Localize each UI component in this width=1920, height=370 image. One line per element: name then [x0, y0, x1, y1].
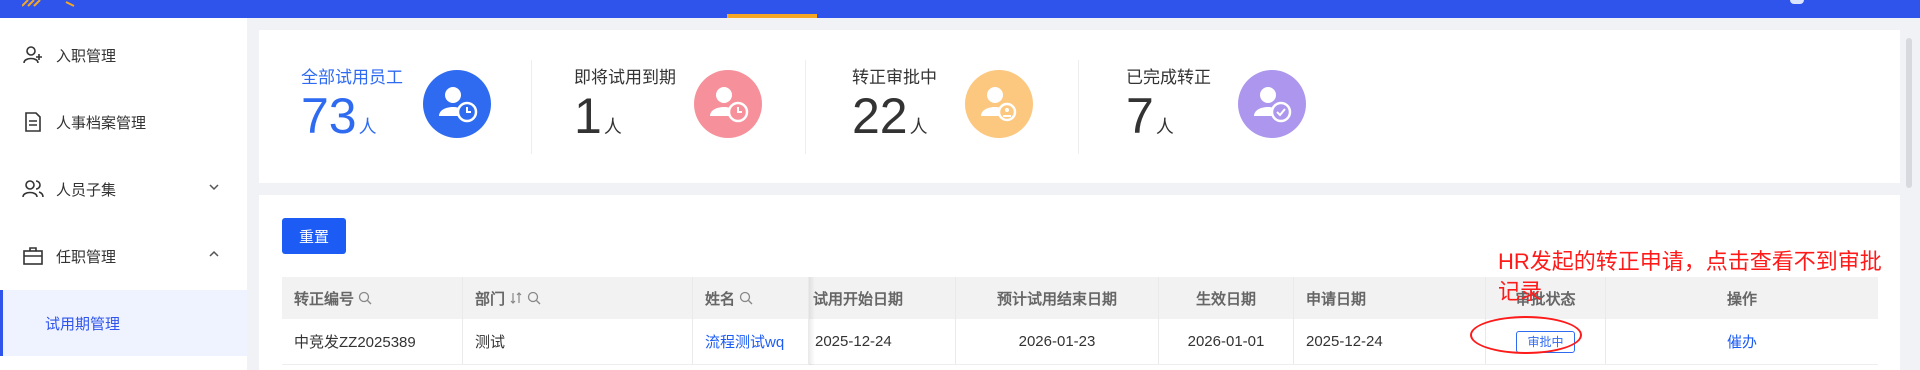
- column-header-code[interactable]: 转正编号: [282, 277, 463, 319]
- user-check-icon: [1238, 70, 1306, 138]
- cell-start: 2025-12-24: [809, 319, 956, 364]
- reset-button[interactable]: 重置: [282, 218, 346, 254]
- stat-value: 1人: [574, 88, 622, 144]
- table-row: 中竞发ZZ2025389 测试 流程测试wq 2025-12-24 2026-0…: [282, 319, 1878, 365]
- briefcase-icon: [22, 245, 44, 267]
- logo-icon: [22, 0, 75, 7]
- page-scrollbar[interactable]: [1900, 18, 1920, 370]
- cell-effective: 2026-01-01: [1159, 319, 1294, 364]
- user-clock-icon: [423, 70, 491, 138]
- cell-apply: 2025-12-24: [1294, 319, 1486, 364]
- stat-label: 即将试用到期: [574, 68, 676, 87]
- column-header-dept[interactable]: 部门: [463, 277, 693, 319]
- stat-value: 7人: [1126, 88, 1174, 144]
- sidebar-item-onboarding[interactable]: 入职管理: [0, 22, 247, 88]
- annotation-note: HR发起的转正申请，点击查看不到审批记录: [1498, 249, 1882, 304]
- employee-name-link[interactable]: 流程测试wq: [705, 331, 784, 352]
- cell-expected-end: 2026-01-23: [956, 319, 1159, 364]
- stat-value: 73 人: [301, 88, 377, 144]
- user-approval-icon: [965, 70, 1033, 138]
- top-nav-bar: [0, 0, 1920, 18]
- cell-name: 流程测试wq: [693, 319, 809, 364]
- divider: [805, 60, 806, 154]
- chevron-up-icon: [209, 250, 219, 257]
- column-header-name[interactable]: 姓名: [693, 277, 809, 319]
- column-header-expected-end: 预计试用结束日期: [956, 277, 1159, 319]
- stat-all-probation[interactable]: 全部试用员工 73 人: [301, 30, 501, 183]
- stat-completed[interactable]: 已完成转正 7人: [1126, 30, 1326, 183]
- column-header-effective: 生效日期: [1159, 277, 1294, 319]
- stat-expiring-soon[interactable]: 即将试用到期 1人: [574, 30, 774, 183]
- scrollbar-thumb[interactable]: [1906, 38, 1912, 188]
- user-add-icon: [22, 44, 44, 66]
- avatar[interactable]: [1790, 0, 1804, 4]
- sidebar: 入职管理 人事档案管理 人员子集 任职管理 试用期管理: [0, 18, 247, 370]
- sidebar-item-probation-management[interactable]: 试用期管理: [0, 290, 247, 356]
- urge-button[interactable]: 催办: [1727, 331, 1757, 352]
- user-clock-icon: [694, 70, 762, 138]
- search-icon[interactable]: [358, 291, 372, 305]
- stat-value: 22 人: [852, 88, 928, 144]
- stat-label: 全部试用员工: [301, 68, 403, 87]
- search-icon[interactable]: [739, 291, 753, 305]
- fixed-column-shadow: [809, 277, 815, 365]
- cell-dept: 测试: [463, 319, 693, 364]
- stats-panel: 全部试用员工 73 人 即将试用到期 1人 转正审批中 22 人 已完成转正 7人: [259, 30, 1900, 183]
- column-header-apply: 申请日期: [1294, 277, 1486, 319]
- sidebar-item-appointment[interactable]: 任职管理: [0, 223, 247, 289]
- cell-code: 中竞发ZZ2025389: [282, 319, 463, 364]
- sidebar-item-staff-subset[interactable]: 人员子集: [0, 156, 247, 222]
- stat-label: 已完成转正: [1126, 68, 1211, 87]
- sidebar-item-label: 人员子集: [56, 181, 117, 199]
- users-icon: [22, 178, 44, 200]
- divider: [531, 60, 532, 154]
- active-tab-indicator: [727, 14, 817, 18]
- search-icon[interactable]: [527, 291, 541, 305]
- chevron-down-icon: [209, 184, 219, 191]
- stat-approval-pending[interactable]: 转正审批中 22 人: [852, 30, 1052, 183]
- sidebar-item-label: 试用期管理: [45, 315, 121, 333]
- document-icon: [22, 111, 44, 133]
- stat-label: 转正审批中: [852, 68, 937, 87]
- sidebar-item-label: 入职管理: [56, 47, 117, 65]
- column-header-start: 试用开始日期: [809, 277, 956, 319]
- sort-icon[interactable]: [509, 291, 523, 305]
- annotation-circle: [1470, 316, 1582, 354]
- sidebar-item-personnel-files[interactable]: 人事档案管理: [0, 89, 247, 155]
- sidebar-item-label: 任职管理: [56, 248, 117, 266]
- cell-action: 催办: [1606, 319, 1878, 364]
- sidebar-item-label: 人事档案管理: [56, 114, 147, 132]
- divider: [1078, 60, 1079, 154]
